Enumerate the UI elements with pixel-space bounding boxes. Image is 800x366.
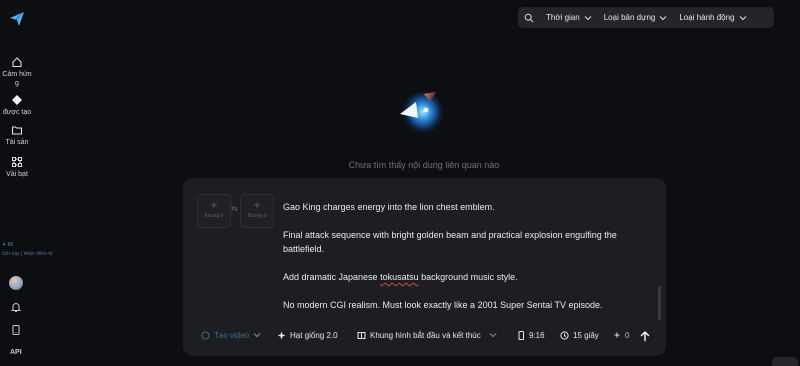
credits-amount: ✦ 66 (2, 242, 14, 248)
app-root: Cảm hứn g được tạo Tài sản Vải bạt ✦ 66 … (0, 0, 800, 366)
filter-action-type-dropdown[interactable]: Loại hành động (673, 13, 752, 22)
home-icon (12, 57, 22, 68)
search-icon[interactable] (518, 13, 540, 23)
filter-label: Loại bản dựng (603, 13, 656, 22)
plus-icon: + (253, 198, 261, 212)
prompt-composer: + Khung b ⇆ + Khung d Gao King charges e… (183, 178, 666, 356)
composer-toolbar: Tạo video Hạt giống 2.0 Khung hình bắt đ… (201, 328, 661, 342)
chevron-down-icon (584, 15, 592, 20)
scroll-corner-button[interactable] (772, 357, 798, 366)
plus-icon: + (210, 198, 218, 212)
generation-type-label: Tạo video (214, 330, 250, 340)
sidebar-item-label: được tạo (2, 109, 32, 116)
api-link[interactable]: API (10, 349, 22, 356)
sidebar-item-generated[interactable]: được tạo (0, 94, 34, 117)
filter-build-type-dropdown[interactable]: Loại bản dựng (598, 13, 674, 22)
portrait-icon (518, 330, 524, 340)
video-icon (201, 331, 210, 339)
bell-icon[interactable] (10, 300, 22, 318)
sidebar-item-assets[interactable]: Tài sản (0, 124, 34, 147)
sidebar-item-label: Cảm hứn g (2, 71, 32, 87)
prompt-paragraph: No modern CGI realism. Must look exactly… (283, 300, 603, 310)
swap-icon[interactable]: ⇆ (231, 204, 238, 213)
empty-state-illustration (396, 88, 446, 142)
misspelled-word: tokusatsu (380, 272, 419, 282)
end-frame-label: Khung d (247, 213, 267, 219)
aspect-ratio-label: 9:16 (529, 330, 545, 340)
seed-model-selector[interactable]: Hạt giống 2.0 (277, 328, 338, 342)
paper-plane-logo-icon[interactable] (9, 11, 25, 27)
credits-info[interactable]: ✦ 66 tích này | nhận điểm trị (2, 241, 62, 259)
start-frame-label: Khung b (204, 213, 224, 219)
sidebar-item-inspiration[interactable]: Cảm hứn g (0, 56, 34, 88)
filter-label: Loại hành động (679, 13, 735, 22)
credit-cost-value: 0 (625, 330, 630, 340)
prompt-scrollbar[interactable] (658, 286, 661, 320)
avatar[interactable] (9, 276, 23, 290)
generation-type-dropdown[interactable]: Tạo video (201, 328, 265, 342)
chevron-down-icon (659, 15, 667, 20)
credits-note: tích này | nhận điểm trị (2, 251, 53, 257)
sidebar: Cảm hứn g được tạo Tài sản Vải bạt ✦ 66 … (0, 0, 53, 366)
frame-icon (357, 331, 366, 339)
filter-bar: Thời gian Loại bản dựng Loại hành động (518, 7, 774, 28)
duration-label: 15 giây (573, 330, 599, 340)
sidebar-item-label: Tài sản (5, 139, 29, 146)
frame-mode-label: Khung hình bắt đầu và kết thúc (370, 330, 481, 340)
sparkle-small-icon (613, 331, 621, 339)
end-frame-upload[interactable]: + Khung d (240, 194, 274, 228)
chevron-down-icon (739, 15, 746, 20)
folder-icon (11, 126, 23, 135)
chevron-down-icon (489, 333, 497, 338)
duration-selector[interactable]: 15 giây (560, 328, 599, 342)
sidebar-item-label: Vải bạt (6, 171, 28, 178)
send-arrow-up-icon[interactable] (639, 329, 651, 347)
mobile-device-icon[interactable] (10, 323, 22, 341)
filter-time-dropdown[interactable]: Thời gian (540, 13, 598, 22)
credit-cost: 0 (613, 328, 629, 342)
frame-mode-dropdown[interactable]: Khung hình bắt đầu và kết thúc (357, 328, 501, 342)
seed-model-label: Hạt giống 2.0 (290, 330, 338, 340)
aspect-ratio-selector[interactable]: 9:16 (517, 328, 545, 342)
prompt-paragraph: Add dramatic Japanese tokusatsu backgrou… (283, 272, 518, 282)
clock-icon (560, 330, 569, 340)
prompt-paragraph: Gao King charges energy into the lion ch… (283, 202, 495, 212)
prompt-textarea[interactable]: Gao King charges energy into the lion ch… (283, 200, 653, 326)
sparkle-icon (277, 331, 286, 339)
diamond-icon (12, 95, 22, 105)
chevron-down-icon (253, 333, 261, 338)
empty-state-message: Chưa tìm thấy nội dung liên quan nào (348, 160, 500, 170)
start-frame-upload[interactable]: + Khung b (197, 194, 231, 228)
prompt-paragraph: Final attack sequence with bright golden… (283, 230, 617, 254)
filter-label: Thời gian (546, 13, 580, 22)
